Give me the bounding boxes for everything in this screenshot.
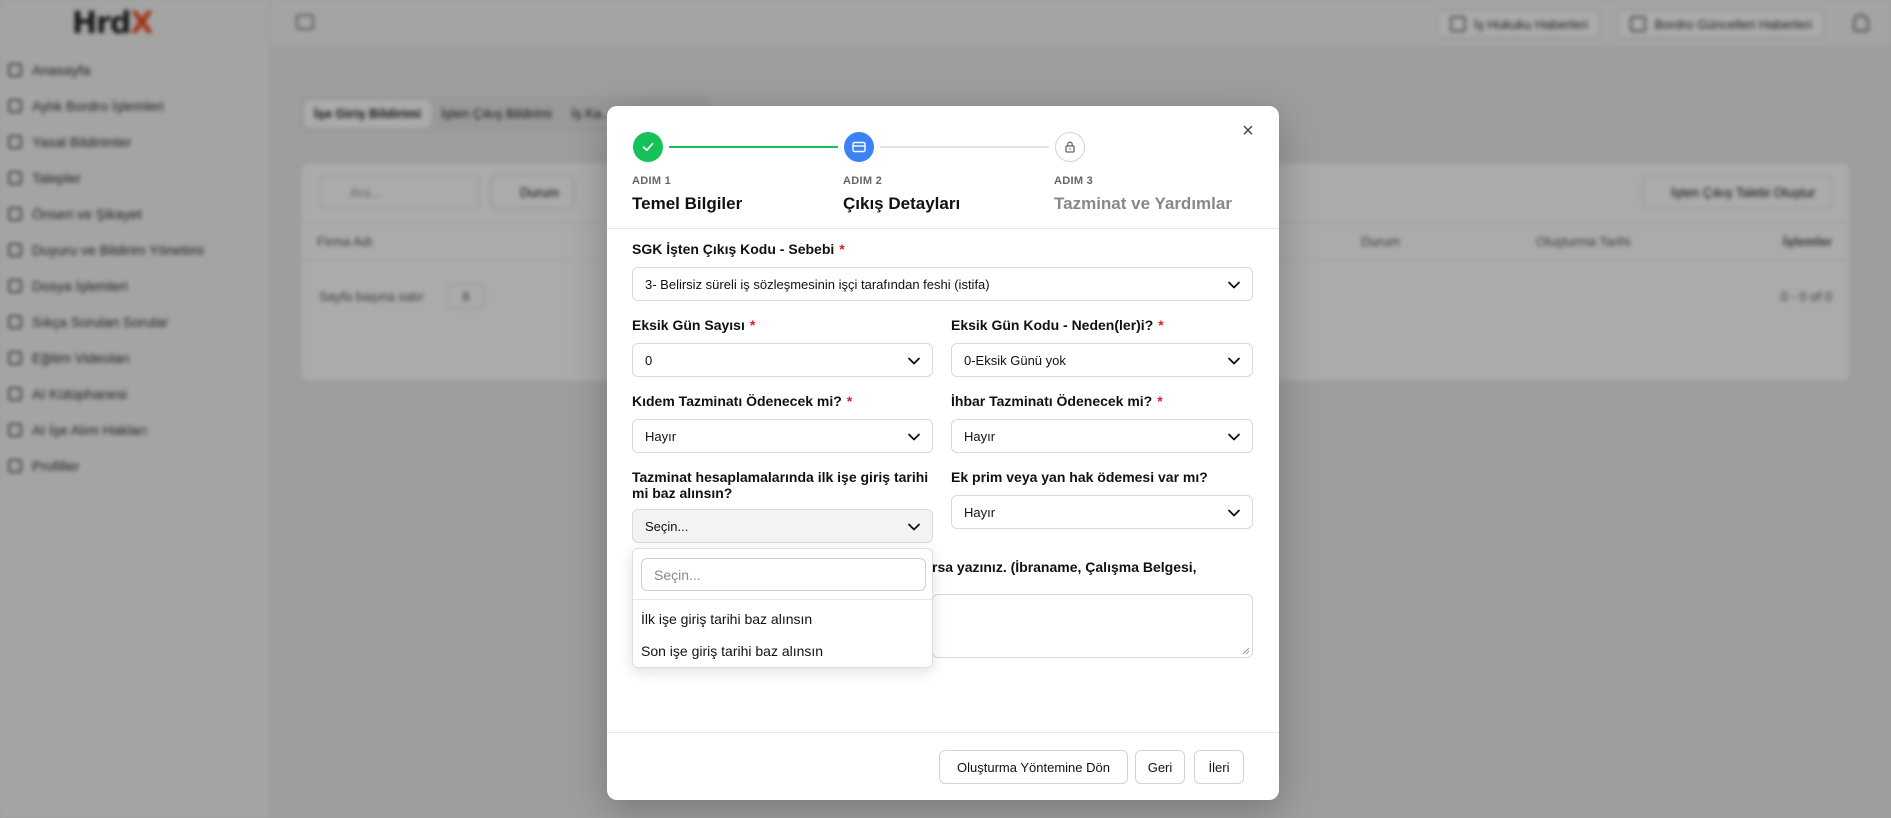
missing-day-code-label: Eksik Gün Kodu - Neden(ler)i? * [951, 317, 1164, 333]
chevron-down-icon [1228, 509, 1240, 517]
sgk-select[interactable]: 3- Belirsiz süreli iş sözleşmesinin işçi… [632, 267, 1253, 301]
step-3-title: Tazminat ve Yardımlar [1054, 194, 1232, 213]
step-connector-done [669, 146, 838, 148]
required-marker: * [846, 393, 853, 409]
step-2-number: ADIM 2 [843, 175, 883, 187]
chevron-down-icon [1228, 281, 1240, 289]
header-divider [607, 228, 1279, 229]
footer-divider [607, 732, 1279, 733]
bonus-label: Ek prim veya yan hak ödemesi var mı? [951, 469, 1208, 485]
card-icon [844, 132, 874, 162]
missing-day-code-select[interactable]: 0-Eksik Günü yok [951, 343, 1253, 377]
required-marker: * [1157, 393, 1163, 409]
lock-icon [1055, 132, 1085, 162]
back-button[interactable]: Geri [1135, 750, 1185, 784]
notice-pay-label: İhbar Tazminatı Ödenecek mi? * [951, 393, 1163, 409]
step-connector-pending [880, 146, 1049, 148]
missing-days-select[interactable]: 0 [632, 343, 933, 377]
close-icon[interactable]: × [1237, 120, 1259, 142]
next-button[interactable]: İleri [1194, 750, 1244, 784]
bonus-select[interactable]: Hayır [951, 495, 1253, 529]
base-date-select[interactable]: Seçin... [632, 509, 933, 543]
step-3-number: ADIM 3 [1054, 175, 1094, 187]
step-1-number: ADIM 1 [632, 175, 672, 187]
severance-label: Kıdem Tazminatı Ödenecek mi? * [632, 393, 853, 409]
required-marker: * [1158, 317, 1164, 333]
exit-details-modal: × ADIM 1 Temel Bilgiler ADIM 2 Çıkış Det… [607, 106, 1279, 800]
base-date-label: Tazminat hesaplamalarında ilk işe giriş … [632, 469, 929, 501]
option-first-entry-date[interactable]: İlk işe giriş tarihi baz alınsın [641, 611, 812, 627]
chevron-down-icon [908, 357, 920, 365]
required-marker: * [839, 241, 845, 257]
sgk-label: SGK İşten Çıkış Kodu - Sebebi * [632, 241, 845, 257]
severance-select[interactable]: Hayır [632, 419, 933, 453]
resize-handle-icon[interactable] [1242, 647, 1250, 655]
chevron-down-icon [908, 433, 920, 441]
notice-pay-select[interactable]: Hayır [951, 419, 1253, 453]
chevron-down-icon [1228, 357, 1240, 365]
chevron-down-icon [1228, 433, 1240, 441]
missing-days-label: Eksik Gün Sayısı * [632, 317, 756, 333]
back-to-method-button[interactable]: Oluşturma Yöntemine Dön [939, 750, 1128, 784]
step-1-title: Temel Bilgiler [632, 194, 743, 213]
check-icon [633, 132, 663, 162]
step-2-title: Çıkış Detayları [843, 194, 961, 213]
dropdown-divider [633, 599, 932, 600]
base-date-dropdown: Seçin... İlk işe giriş tarihi baz alınsı… [632, 548, 933, 668]
chevron-down-icon [908, 523, 920, 531]
option-last-entry-date[interactable]: Son işe giriş tarihi baz alınsın [641, 643, 823, 659]
required-marker: * [749, 317, 756, 333]
dropdown-search-input[interactable]: Seçin... [641, 558, 926, 591]
notes-textarea[interactable] [932, 594, 1253, 658]
